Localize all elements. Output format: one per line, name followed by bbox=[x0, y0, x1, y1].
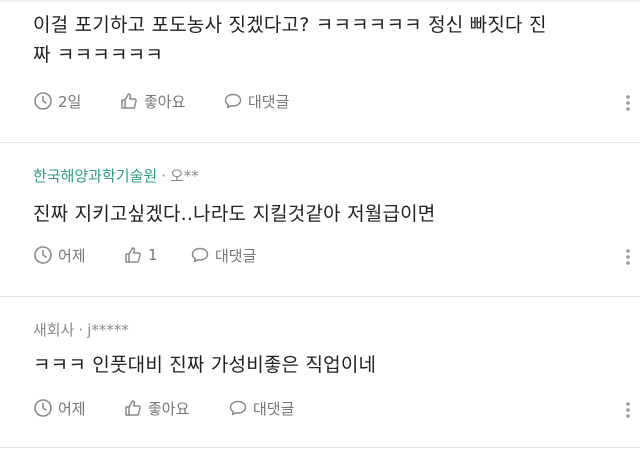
reply-button[interactable]: 대댓글 bbox=[228, 396, 294, 420]
meta-separator: · bbox=[161, 167, 166, 185]
comment-meta: 한국해양과학기술원 · 오** bbox=[33, 165, 199, 186]
comment-list: 이걸 포기하고 포도농사 짓겠다고? ㅋㅋㅋㅋㅋㅋ 정신 빠짓다 진 짜 ㅋㅋㅋ… bbox=[0, 0, 640, 456]
clock-icon bbox=[34, 399, 52, 417]
comment-meta: 새회사 · j***** bbox=[33, 319, 129, 340]
like-count: 1 bbox=[148, 246, 158, 264]
speech-bubble-icon bbox=[229, 400, 247, 416]
more-vertical-icon bbox=[626, 95, 630, 111]
speech-bubble-icon bbox=[224, 93, 242, 109]
company-name[interactable]: 한국해양과학기술원 bbox=[33, 167, 157, 185]
author-name: 오** bbox=[169, 167, 199, 185]
timestamp-text: 어제 bbox=[58, 246, 86, 265]
reply-button[interactable]: 대댓글 bbox=[223, 89, 289, 113]
like-button[interactable]: 좋아요 bbox=[123, 396, 189, 420]
comment-actions: 어제 좋아요 대댓글 bbox=[33, 396, 630, 420]
comment-divider bbox=[0, 447, 640, 448]
thumbs-up-icon bbox=[125, 247, 141, 263]
comment-text-line: 이걸 포기하고 포도농사 짓겠다고? ㅋㅋㅋㅋㅋㅋ 정신 빠짓다 진 bbox=[33, 14, 547, 36]
comment-item: 이걸 포기하고 포도농사 짓겠다고? ㅋㅋㅋㅋㅋㅋ 정신 빠짓다 진 짜 ㅋㅋㅋ… bbox=[0, 0, 640, 140]
company-name[interactable]: 새회사 bbox=[33, 321, 74, 339]
comment-item: 한국해양과학기술원 · 오** 진짜 지키고싶겠다..나라도 지킬것같아 저월급이면… bbox=[0, 143, 640, 293]
timestamp: 2일 bbox=[33, 89, 81, 113]
timestamp-text: 2일 bbox=[58, 92, 82, 111]
comment-actions: 어제 1 대댓글 bbox=[33, 243, 630, 267]
timestamp: 어제 bbox=[33, 243, 86, 267]
author-name: j***** bbox=[87, 321, 129, 339]
like-label: 좋아요 bbox=[144, 92, 186, 111]
timestamp: 어제 bbox=[33, 396, 86, 420]
meta-separator: · bbox=[78, 321, 84, 339]
thumbs-up-icon bbox=[121, 93, 137, 109]
more-button[interactable] bbox=[616, 91, 640, 115]
comment-text-line: ㅋㅋㅋ 인풋대비 진짜 가성비좋은 직업이네 bbox=[33, 354, 377, 376]
thumbs-up-icon bbox=[125, 400, 141, 416]
speech-bubble-icon bbox=[191, 247, 209, 263]
comment-item: 새회사 · j***** ㅋㅋㅋ 인풋대비 진짜 가성비좋은 직업이네 어제 좋아요… bbox=[0, 297, 640, 447]
like-button[interactable]: 좋아요 bbox=[119, 89, 185, 113]
reply-label: 대댓글 bbox=[215, 246, 257, 265]
like-label: 좋아요 bbox=[148, 399, 190, 418]
clock-icon bbox=[34, 92, 52, 110]
comment-text: ㅋㅋㅋ 인풋대비 진짜 가성비좋은 직업이네 bbox=[33, 350, 608, 380]
reply-label: 대댓글 bbox=[253, 399, 295, 418]
more-button[interactable] bbox=[616, 245, 640, 269]
comment-text: 진짜 지키고싶겠다..나라도 지킬것같아 저월급이면 bbox=[33, 199, 608, 229]
more-vertical-icon bbox=[626, 402, 630, 418]
more-button[interactable] bbox=[616, 398, 640, 422]
reply-label: 대댓글 bbox=[248, 92, 290, 111]
comment-text-line: 짜 ㅋㅋㅋㅋㅋㅋ bbox=[33, 44, 163, 66]
clock-icon bbox=[34, 246, 52, 264]
comment-actions: 2일 좋아요 대댓글 bbox=[33, 89, 630, 113]
comment-text-line: 진짜 지키고싶겠다..나라도 지킬것같아 저월급이면 bbox=[33, 203, 436, 225]
comment-text: 이걸 포기하고 포도농사 짓겠다고? ㅋㅋㅋㅋㅋㅋ 정신 빠짓다 진 짜 ㅋㅋㅋ… bbox=[33, 10, 608, 70]
more-vertical-icon bbox=[626, 249, 630, 265]
timestamp-text: 어제 bbox=[58, 399, 86, 418]
like-button[interactable]: 1 bbox=[123, 243, 158, 267]
reply-button[interactable]: 대댓글 bbox=[190, 243, 256, 267]
